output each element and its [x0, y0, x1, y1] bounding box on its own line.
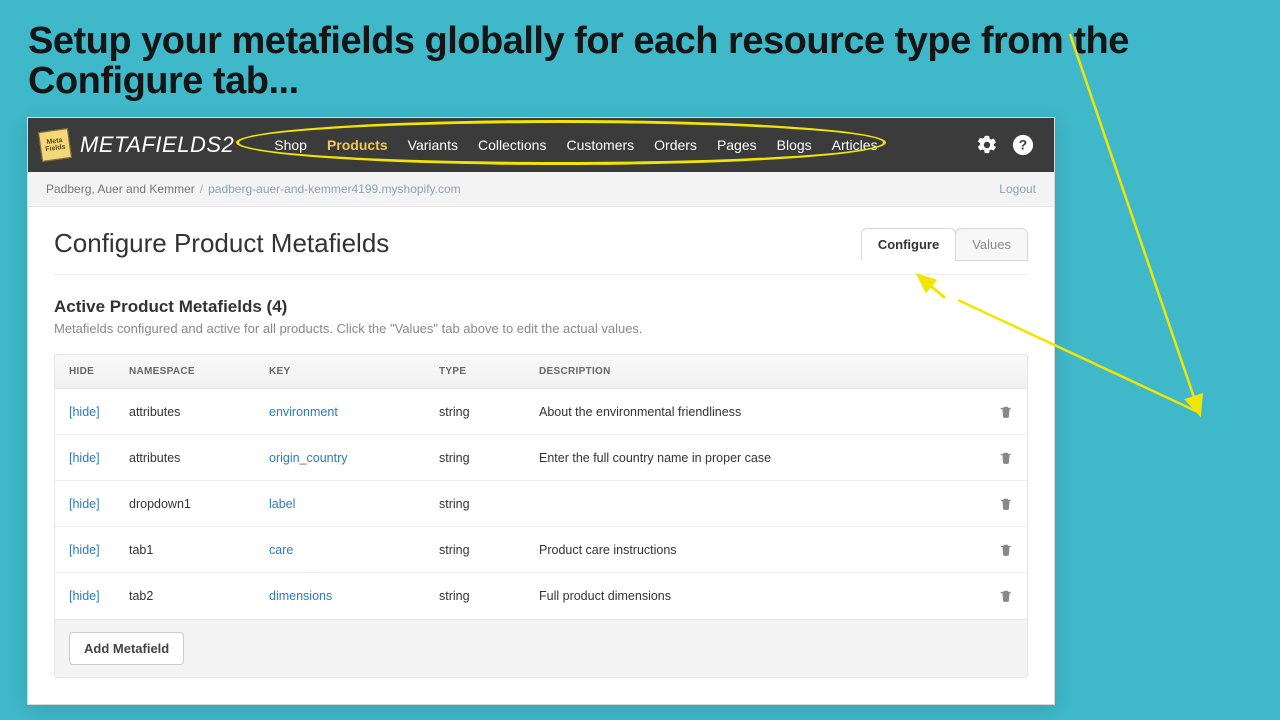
cell-type: string: [439, 543, 539, 557]
table-header: HIDE NAMESPACE KEY TYPE DESCRIPTION: [55, 355, 1027, 389]
logo-badge: Meta Fields: [38, 128, 72, 162]
trash-icon[interactable]: [999, 451, 1013, 465]
svg-text:?: ?: [1019, 138, 1027, 153]
hide-link[interactable]: [hide]: [69, 589, 129, 603]
cell-key[interactable]: label: [269, 497, 439, 511]
cell-namespace: attributes: [129, 451, 269, 465]
breadcrumb-domain[interactable]: padberg-auer-and-kemmer4199.myshopify.co…: [208, 182, 461, 196]
cell-namespace: tab2: [129, 589, 269, 603]
slide-title: Setup your metafields globally for each …: [0, 0, 1280, 102]
cell-key[interactable]: dimensions: [269, 589, 439, 603]
logo-text: METAFIELDS2: [80, 132, 234, 158]
nav-orders[interactable]: Orders: [654, 137, 697, 153]
cell-description: Full product dimensions: [539, 589, 963, 603]
col-type: TYPE: [439, 366, 539, 377]
breadcrumb: Padberg, Auer and Kemmer / padberg-auer-…: [28, 172, 1054, 207]
cell-namespace: attributes: [129, 405, 269, 419]
top-nav: Shop Products Variants Collections Customers…: [274, 137, 877, 153]
breadcrumb-store: Padberg, Auer and Kemmer: [46, 182, 195, 196]
tab-configure[interactable]: Configure: [861, 228, 956, 261]
table-footer: Add Metafield: [55, 619, 1027, 677]
nav-collections[interactable]: Collections: [478, 137, 546, 153]
col-hide: HIDE: [69, 366, 129, 377]
section-heading: Active Product Metafields (4): [54, 297, 1028, 317]
help-icon[interactable]: ?: [1012, 134, 1034, 156]
col-description: DESCRIPTION: [539, 366, 963, 377]
trash-icon[interactable]: [999, 589, 1013, 603]
section-description: Metafields configured and active for all…: [54, 321, 1028, 336]
nav-variants[interactable]: Variants: [408, 137, 458, 153]
cell-namespace: dropdown1: [129, 497, 269, 511]
nav-products[interactable]: Products: [327, 137, 388, 153]
nav-blogs[interactable]: Blogs: [777, 137, 812, 153]
nav-pages[interactable]: Pages: [717, 137, 757, 153]
nav-articles[interactable]: Articles: [832, 137, 878, 153]
gear-icon[interactable]: [976, 134, 998, 156]
logout-link[interactable]: Logout: [999, 182, 1036, 196]
hide-link[interactable]: [hide]: [69, 497, 129, 511]
page-title: Configure Product Metafields: [54, 228, 389, 259]
table-row: [hide]tab2dimensionsstringFull product d…: [55, 573, 1027, 619]
cell-type: string: [439, 589, 539, 603]
cell-key[interactable]: environment: [269, 405, 439, 419]
nav-shop[interactable]: Shop: [274, 137, 307, 153]
col-namespace: NAMESPACE: [129, 366, 269, 377]
cell-namespace: tab1: [129, 543, 269, 557]
tab-values[interactable]: Values: [955, 228, 1028, 261]
table-row: [hide]tab1carestringProduct care instruc…: [55, 527, 1027, 573]
cell-type: string: [439, 497, 539, 511]
tabs: Configure Values: [861, 227, 1028, 260]
trash-icon[interactable]: [999, 543, 1013, 557]
app-window: Meta Fields METAFIELDS2 Shop Products Vari…: [28, 118, 1054, 704]
app-header: Meta Fields METAFIELDS2 Shop Products Vari…: [28, 118, 1054, 172]
cell-type: string: [439, 405, 539, 419]
cell-key[interactable]: origin_country: [269, 451, 439, 465]
cell-description: Enter the full country name in proper ca…: [539, 451, 963, 465]
hide-link[interactable]: [hide]: [69, 451, 129, 465]
trash-icon[interactable]: [999, 497, 1013, 511]
add-metafield-button[interactable]: Add Metafield: [69, 632, 184, 665]
cell-type: string: [439, 451, 539, 465]
table-row: [hide]attributesenvironmentstringAbout t…: [55, 389, 1027, 435]
content: Configure Product Metafields Configure V…: [28, 207, 1054, 704]
trash-icon[interactable]: [999, 405, 1013, 419]
hide-link[interactable]: [hide]: [69, 405, 129, 419]
metafields-table: HIDE NAMESPACE KEY TYPE DESCRIPTION [hid…: [54, 354, 1028, 678]
nav-customers[interactable]: Customers: [566, 137, 634, 153]
col-key: KEY: [269, 366, 439, 377]
cell-description: Product care instructions: [539, 543, 963, 557]
table-row: [hide]dropdown1labelstring: [55, 481, 1027, 527]
cell-description: About the environmental friendliness: [539, 405, 963, 419]
cell-key[interactable]: care: [269, 543, 439, 557]
hide-link[interactable]: [hide]: [69, 543, 129, 557]
table-row: [hide]attributesorigin_countrystringEnte…: [55, 435, 1027, 481]
